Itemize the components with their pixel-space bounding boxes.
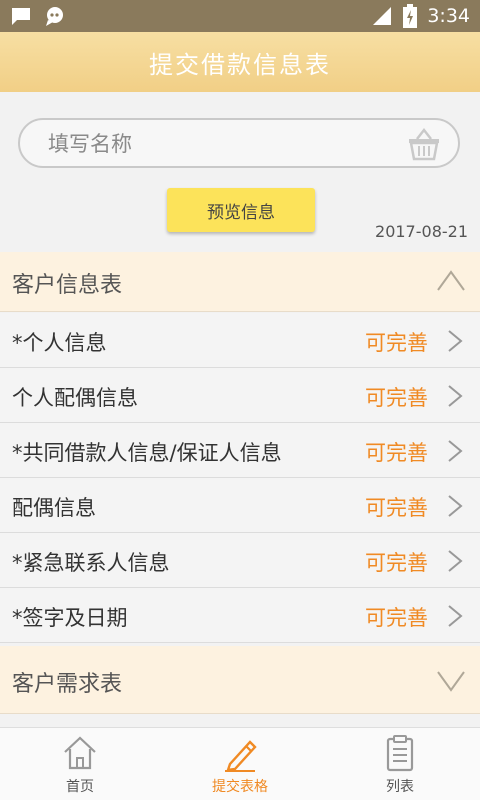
list-item-co-borrower-info[interactable]: *共同借款人信息/保证人信息 可完善 [0, 423, 480, 478]
chat-bubble-icon [46, 7, 63, 26]
chevron-right-icon [448, 330, 463, 352]
title-bar: 提交借款信息表 [0, 32, 480, 92]
section-title: 客户信息表 [12, 273, 123, 298]
battery-icon [403, 4, 418, 28]
list-item-personal-spouse-info[interactable]: 个人配偶信息 可完善 [0, 368, 480, 423]
home-icon [64, 736, 96, 770]
notification-icons [10, 5, 66, 27]
tab-label: 首页 [66, 779, 94, 795]
status-text: 可完善 [365, 606, 428, 630]
search-box [18, 118, 460, 168]
clipboard-icon [386, 735, 414, 772]
row-label: *共同借款人信息/保证人信息 [12, 441, 282, 465]
tab-home[interactable]: 首页 [0, 728, 160, 800]
row-label: 个人配偶信息 [12, 386, 138, 410]
date-label: 2017-08-21 [375, 222, 468, 241]
tab-label: 列表 [386, 779, 414, 795]
status-text: 可完善 [365, 551, 428, 575]
chevron-right-icon [448, 550, 463, 572]
status-text: 可完善 [365, 386, 428, 410]
chevron-right-icon [448, 495, 463, 517]
chevron-down-icon [437, 671, 465, 692]
section-customer-needs[interactable]: 客户需求表 [0, 646, 480, 714]
section-customer-info[interactable]: 客户信息表 [0, 252, 480, 312]
preview-button[interactable]: 预览信息 [167, 188, 315, 232]
status-text: 可完善 [365, 441, 428, 465]
page-title: 提交借款信息表 [149, 50, 331, 79]
list-item-emergency-contact[interactable]: *紧急联系人信息 可完善 [0, 533, 480, 588]
bottom-tab-bar: 首页 提交表格 列表 [0, 727, 480, 800]
chevron-right-icon [448, 605, 463, 627]
row-label: *签字及日期 [12, 606, 128, 630]
row-label: 配偶信息 [12, 496, 96, 520]
chevron-up-icon [437, 270, 465, 291]
section-title: 客户需求表 [12, 672, 123, 697]
list-item-signature-date[interactable]: *签字及日期 可完善 [0, 588, 480, 643]
basket-icon[interactable] [406, 126, 442, 162]
tab-label: 提交表格 [212, 779, 268, 795]
chevron-right-icon [448, 385, 463, 407]
signal-icon [373, 7, 392, 25]
status-text: 可完善 [365, 496, 428, 520]
row-label: *紧急联系人信息 [12, 551, 170, 575]
pencil-icon [225, 740, 257, 772]
chevron-right-icon [448, 440, 463, 462]
list-item-personal-info[interactable]: *个人信息 可完善 [0, 313, 480, 368]
status-bar: 3:34 [0, 0, 480, 32]
tab-list[interactable]: 列表 [320, 728, 480, 800]
clock: 3:34 [427, 5, 470, 27]
name-input[interactable] [46, 120, 410, 168]
list-item-spouse-info[interactable]: 配偶信息 可完善 [0, 478, 480, 533]
message-icon [12, 8, 30, 25]
row-label: *个人信息 [12, 331, 107, 355]
status-text: 可完善 [365, 331, 428, 355]
tab-submit-form[interactable]: 提交表格 [160, 728, 320, 800]
